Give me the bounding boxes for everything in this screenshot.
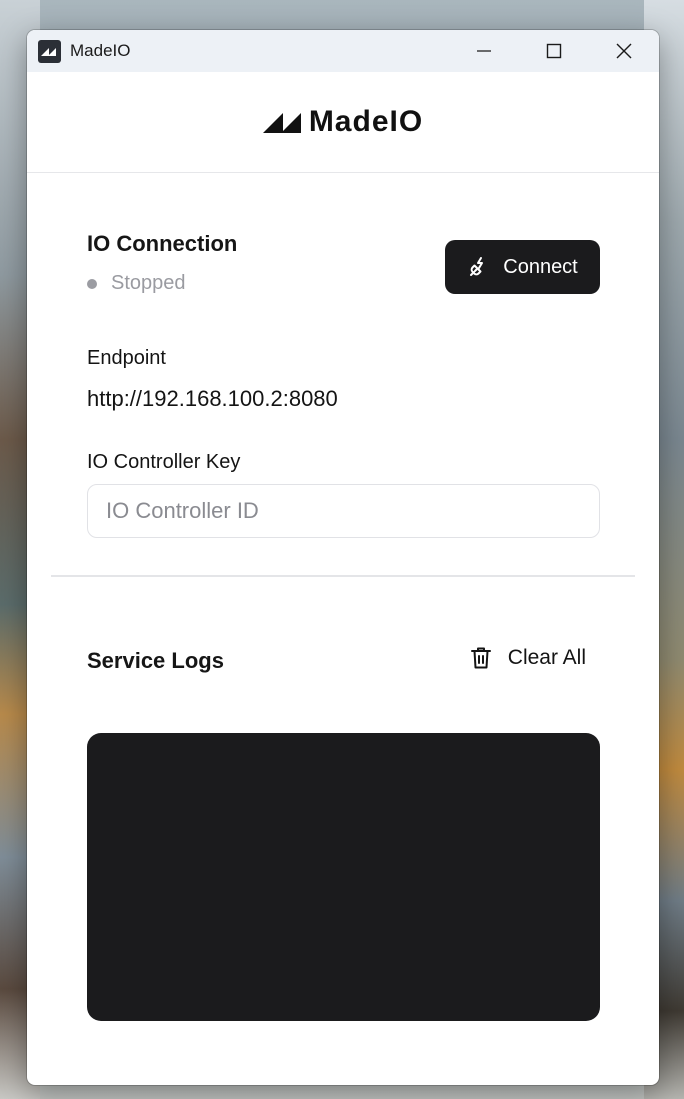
- logs-title: Service Logs: [87, 648, 224, 673]
- maximize-icon: [546, 43, 562, 59]
- plug-icon: [470, 257, 484, 276]
- status-text: Stopped: [111, 272, 186, 294]
- close-icon: [616, 43, 632, 59]
- minimize-icon: [477, 50, 491, 52]
- window-title: MadeIO: [70, 41, 131, 60]
- section-divider: [51, 575, 635, 577]
- status-dot: [87, 278, 97, 289]
- app-header: MadeIO: [27, 72, 659, 173]
- endpoint-value: http://192.168.100.2:8080: [87, 386, 338, 411]
- controller-key-input[interactable]: [87, 484, 600, 538]
- minimize-button[interactable]: [449, 30, 519, 72]
- maximize-button[interactable]: [519, 30, 589, 72]
- connection-title: IO Connection: [87, 231, 238, 256]
- controller-key-label: IO Controller Key: [87, 451, 241, 473]
- window-controls: [449, 30, 659, 72]
- log-output-panel[interactable]: [87, 733, 600, 1021]
- close-button[interactable]: [589, 30, 659, 72]
- connect-label: Connect: [503, 255, 578, 278]
- trash-icon: [470, 647, 491, 669]
- clear-all-label: Clear All: [507, 646, 586, 669]
- clear-all-button[interactable]: Clear All: [470, 646, 586, 670]
- app-logo-icon: [38, 39, 61, 63]
- logo-text: MadeIO: [308, 105, 424, 138]
- connection-section: IO Connection Stopped Connect Endpoint h…: [27, 173, 659, 538]
- logs-header: Service Logs Clear All: [87, 640, 600, 680]
- brand-logo: MadeIO: [262, 105, 424, 139]
- logo-mark-icon: [262, 113, 301, 133]
- title-bar[interactable]: MadeIO: [27, 30, 659, 72]
- connection-status: Stopped: [87, 272, 186, 295]
- endpoint-label: Endpoint: [87, 347, 166, 369]
- app-window: MadeIO MadeIO IO Connection Stopped Conn…: [27, 30, 659, 1085]
- connect-button[interactable]: Connect: [445, 240, 600, 294]
